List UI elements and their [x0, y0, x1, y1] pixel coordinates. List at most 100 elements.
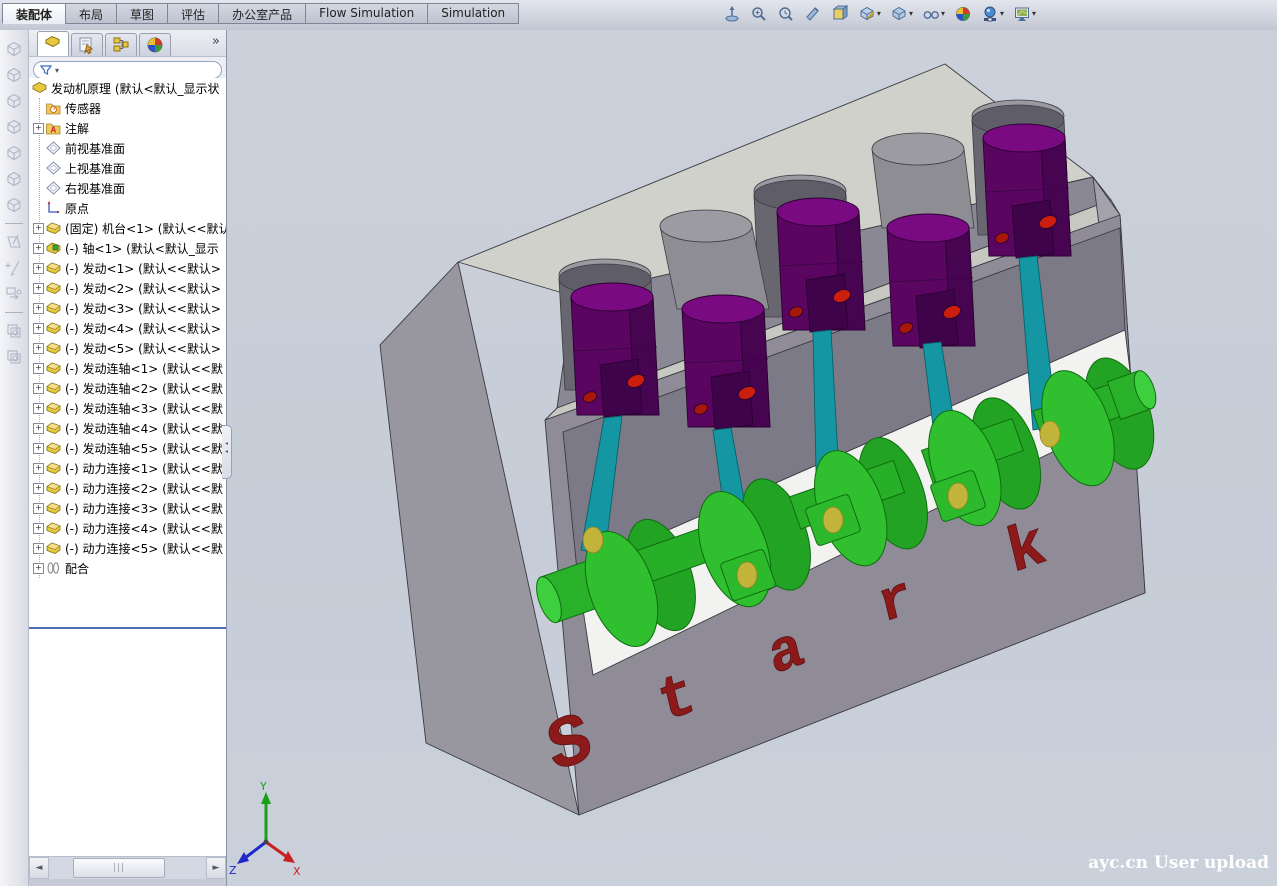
command-tab[interactable]: 评估 [167, 3, 218, 24]
propertymanager-tab[interactable] [71, 33, 103, 56]
piston-5[interactable] [983, 124, 1071, 258]
piston-1[interactable] [571, 283, 659, 417]
scrollbar-thumb[interactable]: ||| [73, 858, 165, 878]
tree-filter-input[interactable]: ▾ [33, 61, 222, 79]
layers-view-icon[interactable] [3, 346, 25, 368]
expand-plus-icon[interactable]: + [33, 263, 44, 274]
tree-item[interactable]: +(-) 发动<4> (默认<<默认> [29, 318, 226, 338]
cube-view-icon[interactable] [3, 38, 25, 60]
panel-horizontal-scrollbar[interactable]: ◄ ||| ► [29, 856, 226, 879]
expand-plus-icon[interactable]: + [33, 563, 44, 574]
filter-dropdown-arrow[interactable]: ▾ [55, 66, 59, 75]
tree-item[interactable]: +配合 [29, 558, 226, 578]
dropdown-arrow-icon[interactable]: ▾ [1000, 10, 1004, 18]
section-view-icon[interactable] [803, 4, 823, 24]
piston-4[interactable] [887, 214, 975, 348]
tree-item[interactable]: +(-) 发动连轴<1> (默认<<默 [29, 358, 226, 378]
displaymanager-tab[interactable] [139, 33, 171, 56]
command-tab[interactable]: Simulation [427, 3, 519, 24]
tree-item[interactable]: +(-) 发动<3> (默认<<默认> [29, 298, 226, 318]
apply-scene-icon[interactable]: ▾ [980, 4, 1005, 24]
expand-plus-icon[interactable]: + [33, 503, 44, 514]
cube-view-icon[interactable] [3, 142, 25, 164]
expand-plus-icon[interactable]: + [33, 323, 44, 334]
expand-plus-icon[interactable]: + [33, 483, 44, 494]
featuremanager-tab[interactable] [37, 31, 69, 56]
tree-item[interactable]: +(-) 轴<1> (默认<默认_显示 [29, 238, 226, 258]
tree-item[interactable]: 原点 [29, 198, 226, 218]
configurationmanager-tab[interactable] [105, 33, 137, 56]
tree-item[interactable]: +(-) 发动<1> (默认<<默认> [29, 258, 226, 278]
hide-show-items-icon[interactable]: ▾ [889, 4, 914, 24]
expand-plus-icon[interactable]: + [33, 463, 44, 474]
command-tab[interactable]: Flow Simulation [305, 3, 427, 24]
display-style-icon[interactable]: ▾ [857, 4, 882, 24]
tree-item[interactable]: 上视基准面 [29, 158, 226, 178]
tree-item[interactable]: +(-) 动力连接<5> (默认<<默 [29, 538, 226, 558]
panel-overflow-chevron[interactable]: » [212, 34, 220, 49]
tree-item[interactable]: +(固定) 机台<1> (默认<<默认 [29, 218, 226, 238]
command-tab[interactable]: 装配体 [2, 3, 65, 24]
expand-plus-icon[interactable]: + [33, 283, 44, 294]
piston-2[interactable] [682, 295, 770, 429]
edit-appearance-icon[interactable] [953, 4, 973, 24]
tree-item[interactable]: +(-) 动力连接<1> (默认<<默 [29, 458, 226, 478]
tree-item[interactable]: 前视基准面 [29, 138, 226, 158]
dropdown-arrow-icon[interactable]: ▾ [877, 10, 881, 18]
sketch-view-icon[interactable] [3, 231, 25, 253]
view-orientation-icon[interactable] [830, 4, 850, 24]
piston-3[interactable] [777, 198, 865, 332]
dropdown-arrow-icon[interactable]: ▾ [909, 10, 913, 18]
expand-plus-icon[interactable]: + [33, 443, 44, 454]
expand-plus-icon[interactable]: + [33, 223, 44, 234]
previous-view-icon[interactable] [776, 4, 796, 24]
part-icon [45, 280, 62, 296]
cube-view-icon[interactable] [3, 116, 25, 138]
expand-plus-icon[interactable]: + [33, 243, 44, 254]
view-settings-icon[interactable]: ▾ [1012, 4, 1037, 24]
origin-icon [45, 200, 62, 216]
expand-plus-icon[interactable]: + [33, 303, 44, 314]
panel-collapse-splitter[interactable]: ◂◂ [222, 425, 232, 479]
expand-plus-icon[interactable]: + [33, 123, 44, 134]
dropdown-arrow-icon[interactable]: ▾ [941, 10, 945, 18]
expand-plus-icon[interactable]: + [33, 423, 44, 434]
expand-plus-icon[interactable]: + [33, 523, 44, 534]
swap-view-icon[interactable] [3, 283, 25, 305]
cube-view-icon[interactable] [3, 90, 25, 112]
command-tab[interactable]: 草图 [116, 3, 167, 24]
eyeglasses-visibility-icon[interactable]: ▾ [921, 4, 946, 24]
feature-tree: 发动机原理 (默认<默认_显示状传感器+A注解前视基准面上视基准面右视基准面原点… [29, 78, 226, 826]
scroll-left-arrow[interactable]: ◄ [29, 857, 49, 879]
tree-item[interactable]: 传感器 [29, 98, 226, 118]
tree-item[interactable]: +(-) 动力连接<2> (默认<<默 [29, 478, 226, 498]
expand-plus-icon[interactable]: + [33, 363, 44, 374]
expand-plus-icon[interactable]: + [33, 343, 44, 354]
layers-view-icon[interactable] [3, 320, 25, 342]
expand-plus-icon[interactable]: + [33, 403, 44, 414]
command-tab[interactable]: 办公室产品 [218, 3, 305, 24]
zoom-to-fit-icon[interactable] [722, 4, 742, 24]
expand-plus-icon[interactable]: + [33, 543, 44, 554]
tree-item[interactable]: +(-) 动力连接<4> (默认<<默 [29, 518, 226, 538]
dropdown-arrow-icon[interactable]: ▾ [1032, 10, 1036, 18]
tree-item[interactable]: +(-) 发动连轴<3> (默认<<默 [29, 398, 226, 418]
sketchadd-view-icon[interactable] [3, 257, 25, 279]
cube-view-icon[interactable] [3, 194, 25, 216]
tree-item[interactable]: +(-) 发动<2> (默认<<默认> [29, 278, 226, 298]
tree-item[interactable]: +(-) 发动连轴<2> (默认<<默 [29, 378, 226, 398]
tree-item[interactable]: +(-) 发动连轴<5> (默认<<默 [29, 438, 226, 458]
tree-item[interactable]: +A注解 [29, 118, 226, 138]
zoom-to-area-icon[interactable] [749, 4, 769, 24]
command-tab[interactable]: 布局 [65, 3, 116, 24]
tree-item[interactable]: 右视基准面 [29, 178, 226, 198]
expand-plus-icon[interactable]: + [33, 383, 44, 394]
tree-item[interactable]: 发动机原理 (默认<默认_显示状 [29, 78, 226, 98]
3d-viewport[interactable]: Stark Y Z X ayc.cn User upload [227, 30, 1277, 886]
tree-item[interactable]: +(-) 发动连轴<4> (默认<<默 [29, 418, 226, 438]
cube-view-icon[interactable] [3, 168, 25, 190]
tree-item[interactable]: +(-) 发动<5> (默认<<默认> [29, 338, 226, 358]
tree-item[interactable]: +(-) 动力连接<3> (默认<<默 [29, 498, 226, 518]
scroll-right-arrow[interactable]: ► [206, 857, 226, 879]
cube-view-icon[interactable] [3, 64, 25, 86]
